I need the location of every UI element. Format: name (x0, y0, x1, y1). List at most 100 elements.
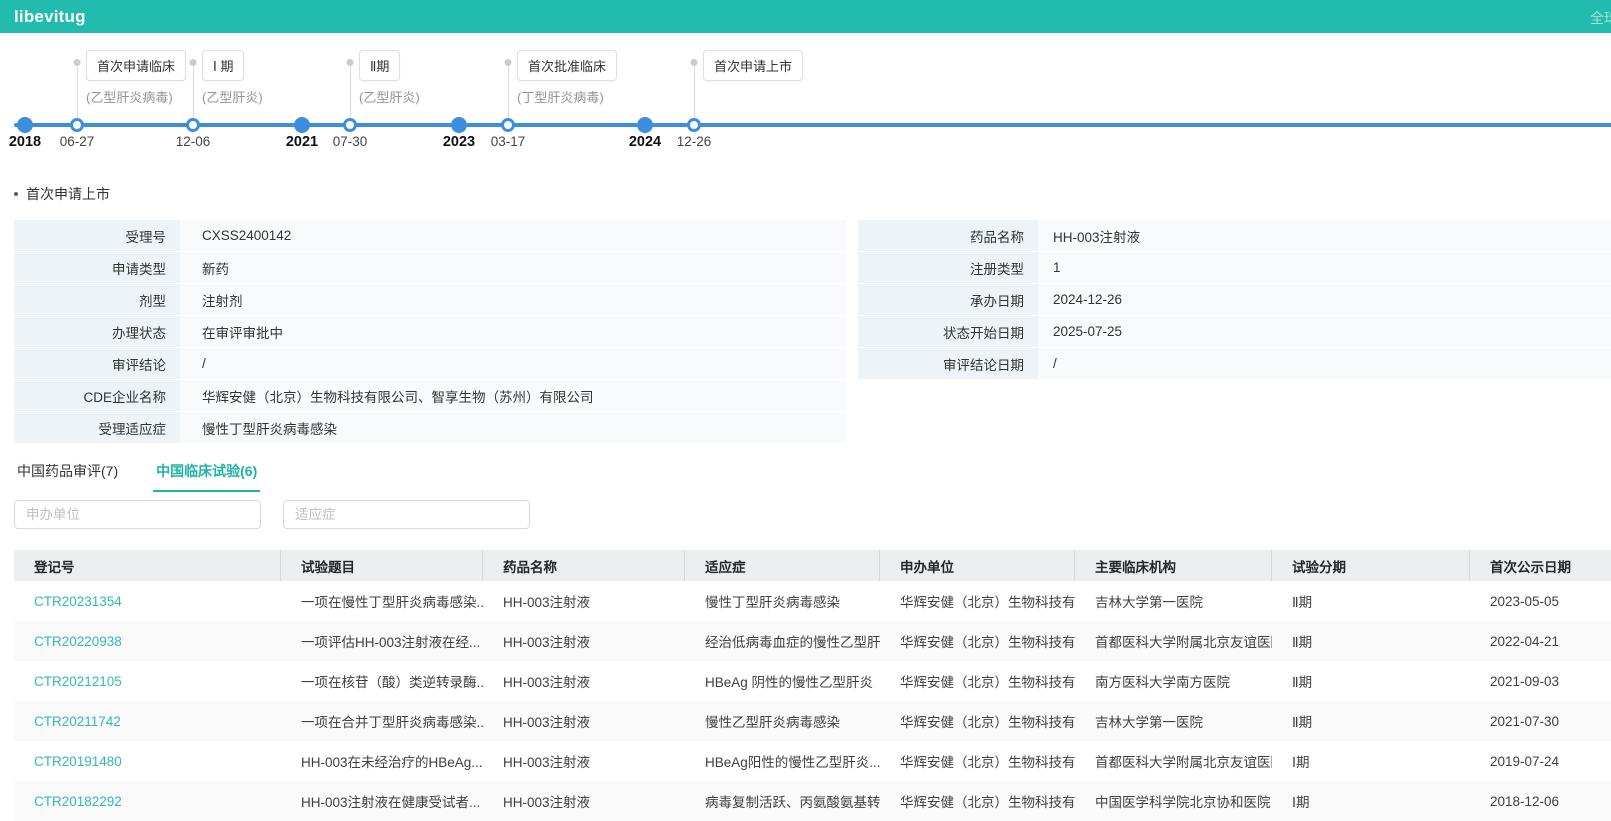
trial-registration-link[interactable]: CTR20182292 (14, 794, 281, 809)
timeline-axis-label: 06-27 (60, 134, 95, 149)
detail-field-value: 在审评审批中 (180, 316, 846, 347)
detail-field-label: 申请类型 (14, 252, 180, 283)
column-header: 申办单位 (880, 550, 1075, 581)
timeline-milestone-subtitle: (丁型肝炎病毒) (517, 87, 604, 106)
detail-row: 申请类型新药 (14, 252, 846, 283)
detail-field-label: 受理适应症 (14, 412, 180, 443)
detail-field-label: 承办日期 (858, 284, 1038, 315)
table-cell: 华辉安健（北京）生物科技有... (880, 791, 1075, 811)
timeline-connector (508, 66, 509, 123)
tab-bar: 中国药品审评(7) 中国临床试验(6) (14, 461, 1611, 492)
detail-section-title: 首次申请上市 (14, 184, 1611, 204)
timeline-milestone-label[interactable]: 首次申请临床 (86, 50, 186, 81)
detail-field-label: 受理号 (14, 220, 180, 251)
table-row: CTR20220938一项评估HH-003注射液在经...HH-003注射液经治… (14, 621, 1611, 661)
timeline-axis-label: 12-06 (176, 134, 211, 149)
detail-row: 办理状态在审评审批中 (14, 316, 846, 347)
table-cell: 吉林大学第一医院 (1075, 711, 1272, 731)
detail-row: 受理号CXSS2400142 (14, 220, 846, 251)
timeline-axis-line (14, 123, 1611, 127)
timeline-axis-label: 07-30 (333, 134, 368, 149)
tab-china-clinical-trials[interactable]: 中国临床试验(6) (153, 461, 260, 492)
table-cell: HBeAg阳性的慢性乙型肝炎... (685, 751, 880, 771)
timeline-year-dot[interactable] (17, 117, 33, 133)
timeline-date-dot[interactable] (186, 118, 200, 132)
trial-registration-link[interactable]: CTR20220938 (14, 634, 281, 649)
table-cell: HH-003在未经治疗的HBeAg... (281, 751, 483, 771)
table-cell: 慢性丁型肝炎病毒感染 (685, 591, 880, 611)
table-cell: 一项在合并丁型肝炎病毒感染... (281, 711, 483, 731)
timeline-milestone-subtitle: (乙型肝炎) (202, 87, 263, 106)
timeline-milestone-label[interactable]: 首次申请上市 (703, 50, 803, 81)
timeline-milestone-subtitle: (乙型肝炎) (359, 87, 420, 106)
detail-field-label: 状态开始日期 (858, 316, 1038, 347)
timeline-connector (350, 66, 351, 123)
column-header: 试验题目 (281, 550, 483, 581)
trial-registration-link[interactable]: CTR20211742 (14, 714, 281, 729)
detail-row: 受理适应症慢性丁型肝炎病毒感染 (14, 412, 846, 443)
timeline-connector-dot-icon (190, 59, 197, 66)
table-cell: 2022-04-21 (1470, 634, 1611, 649)
table-cell: Ⅱ期 (1272, 631, 1470, 651)
timeline-milestone-subtitle: (乙型肝炎病毒) (86, 87, 173, 106)
table-header-row: 登记号试验题目药品名称适应症申办单位主要临床机构试验分期首次公示日期 (14, 550, 1611, 581)
timeline-connector-dot-icon (505, 59, 512, 66)
timeline-date-dot[interactable] (687, 118, 701, 132)
tab-china-drug-review[interactable]: 中国药品审评(7) (14, 461, 121, 492)
trial-registration-link[interactable]: CTR20231354 (14, 594, 281, 609)
column-header: 登记号 (14, 550, 281, 581)
timeline-date-dot[interactable] (343, 118, 357, 132)
timeline-axis-label: 2018 (9, 134, 41, 150)
timeline-year-dot[interactable] (451, 117, 467, 133)
detail-field-value: 2025-07-25 (1038, 316, 1611, 347)
timeline-connector-dot-icon (347, 59, 354, 66)
timeline-milestone-label[interactable]: Ⅱ期 (359, 50, 400, 81)
nav-global-link[interactable]: 全球 (1590, 8, 1611, 28)
table-cell: Ⅰ期 (1272, 791, 1470, 811)
detail-field-value: CXSS2400142 (180, 220, 846, 251)
timeline-milestone-label[interactable]: 首次批准临床 (517, 50, 617, 81)
table-row: CTR20212105一项在核苷（酸）类逆转录酶...HH-003注射液HBeA… (14, 661, 1611, 701)
sponsor-filter-input[interactable] (14, 500, 261, 529)
table-cell: HH-003注射液 (483, 591, 685, 611)
table-cell: HH-003注射液 (483, 631, 685, 651)
detail-field-value: 注射剂 (180, 284, 846, 315)
table-cell: Ⅱ期 (1272, 591, 1470, 611)
table-cell: 经治低病毒血症的慢性乙型肝... (685, 631, 880, 651)
detail-table-right: 药品名称HH-003注射液注册类型1承办日期2024-12-26状态开始日期20… (858, 220, 1611, 444)
detail-field-value: 2024-12-26 (1038, 284, 1611, 315)
top-bar: libevitug 全球 (0, 0, 1611, 33)
table-cell: Ⅱ期 (1272, 671, 1470, 691)
detail-row: 状态开始日期2025-07-25 (858, 316, 1611, 347)
detail-field-value: 1 (1038, 252, 1611, 283)
timeline-axis-label: 2024 (629, 134, 661, 150)
detail-field-value: / (180, 348, 846, 379)
table-row: CTR20182292HH-003注射液在健康受试者...HH-003注射液病毒… (14, 781, 1611, 821)
table-cell: 2021-07-30 (1470, 714, 1611, 729)
timeline-milestone-label[interactable]: Ⅰ 期 (202, 50, 244, 81)
detail-field-value: 华辉安健（北京）生物科技有限公司、智享生物（苏州）有限公司 (180, 380, 846, 411)
detail-row: 审评结论日期/ (858, 348, 1611, 379)
section-title-text: 首次申请上市 (26, 184, 110, 204)
column-header: 适应症 (685, 550, 880, 581)
table-row: CTR20211742一项在合并丁型肝炎病毒感染...HH-003注射液慢性乙型… (14, 701, 1611, 741)
table-cell: HH-003注射液 (483, 751, 685, 771)
detail-row: 承办日期2024-12-26 (858, 284, 1611, 315)
table-cell: HH-003注射液 (483, 671, 685, 691)
indication-filter-input[interactable] (283, 500, 530, 529)
app-logo: libevitug (14, 7, 86, 27)
detail-field-label: 药品名称 (858, 220, 1038, 251)
table-cell: 华辉安健（北京）生物科技有... (880, 591, 1075, 611)
table-cell: 华辉安健（北京）生物科技有... (880, 631, 1075, 651)
column-header: 试验分期 (1272, 550, 1470, 581)
trial-registration-link[interactable]: CTR20191480 (14, 754, 281, 769)
detail-row: CDE企业名称华辉安健（北京）生物科技有限公司、智享生物（苏州）有限公司 (14, 380, 846, 411)
trial-registration-link[interactable]: CTR20212105 (14, 674, 281, 689)
timeline-year-dot[interactable] (294, 117, 310, 133)
table-cell: 一项在慢性丁型肝炎病毒感染... (281, 591, 483, 611)
table-cell: 中国医学科学院北京协和医院 (1075, 791, 1272, 811)
timeline-year-dot[interactable] (637, 117, 653, 133)
detail-row: 药品名称HH-003注射液 (858, 220, 1611, 251)
timeline-date-dot[interactable] (501, 118, 515, 132)
timeline-date-dot[interactable] (70, 118, 84, 132)
